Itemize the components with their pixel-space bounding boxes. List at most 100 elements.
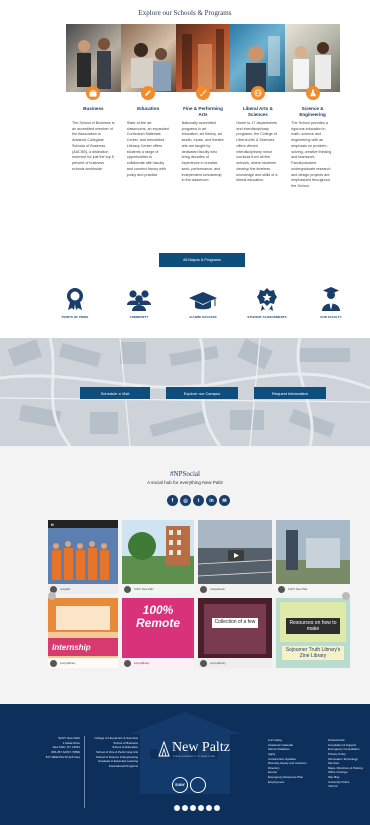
section-title: Explore our Schools & Programs (138, 9, 232, 17)
school-title[interactable]: Liberal Arts & Sciences (233, 106, 282, 118)
footer-link[interactable]: School of Fine & Performing Arts (88, 750, 138, 755)
tile-footer: newpaltz (48, 584, 118, 594)
footer-social-icons (174, 805, 220, 811)
social-tile[interactable]: Internship sunynplibrary (48, 598, 118, 668)
pride-item-our-faculty[interactable]: OUR FACULTY (302, 287, 360, 319)
school-description: Nationally accredited programs in art ed… (181, 121, 224, 183)
footer-links-column-1: A-Z Listing Academic Calendar Alumni Rel… (268, 738, 306, 784)
tile-footer: SUNY New Paltz (276, 584, 350, 594)
footer-link[interactable]: Information Technology Services (328, 757, 368, 766)
globe-icon (250, 86, 265, 100)
tile-overlay-text: 100% Remote (135, 603, 180, 631)
footer-link[interactable]: College of Liberal Arts & Sciences (88, 736, 138, 741)
pride-label: POINTS OF PRIDE (61, 315, 89, 319)
pride-item-alumni-success[interactable]: ALUMNI SUCCESS (174, 287, 232, 319)
social-icon-row: f ◎ t in ✉ (167, 495, 230, 506)
carousel-prev-icon[interactable] (48, 592, 56, 600)
logo-text: New Paltz (172, 740, 230, 755)
social-tile[interactable]: Collection of a few sunynplibrary (198, 598, 272, 668)
tile-footer: sunynplibrary (122, 658, 194, 668)
explore-campus-button[interactable]: Explore our Campus (166, 387, 238, 399)
request-information-button[interactable]: Request Information (254, 387, 326, 399)
logo-subtext: STATE UNIVERSITY OF NEW YORK (173, 756, 216, 758)
school-list: Business The School of Business is an ac… (66, 86, 340, 190)
education-photo[interactable] (120, 24, 176, 92)
social-tile[interactable]: 100% Remote sunynplibrary (122, 598, 194, 668)
people-icon (110, 287, 168, 311)
tile-handle: sunynplibrary (210, 661, 226, 665)
avatar (50, 660, 57, 667)
footer-link[interactable]: Employment (268, 780, 306, 785)
pride-item-student-achievements[interactable]: STUDENT ACHIEVEMENTS (238, 287, 296, 319)
business-photo[interactable] (66, 24, 121, 92)
seal-icon[interactable] (190, 777, 206, 793)
avatar (278, 586, 285, 593)
school-description: The School provides a rigorous education… (291, 121, 332, 189)
tile-handle: SUNY New Paltz (134, 587, 154, 591)
footer-address-line: 877-NEW-PALTZ (toll free) (45, 754, 80, 759)
school-title[interactable]: Education (124, 106, 173, 118)
footer-link[interactable]: International Programs (88, 764, 138, 769)
social-tile[interactable]: SUNY New Paltz (122, 520, 194, 594)
youtube-icon[interactable] (198, 805, 204, 811)
tile-overlay-text: Resources on how to make (286, 618, 340, 634)
social-tile[interactable]: SUNY New Paltz (276, 520, 350, 594)
twitter-icon[interactable]: t (193, 495, 204, 506)
instagram-icon[interactable]: ◎ (180, 495, 191, 506)
school-title[interactable]: Business (69, 106, 118, 118)
ribbon-icon (46, 287, 104, 311)
social-tile[interactable]: newpaltzweb (198, 520, 272, 594)
tile-overlay-text: Internship (48, 638, 118, 656)
tile-handle: sunynplibrary (60, 661, 76, 665)
avatar (124, 586, 131, 593)
social-tile[interactable]: Resources on how to make Sojourner Truth… (276, 598, 350, 668)
facebook-icon[interactable] (174, 805, 180, 811)
email-icon[interactable]: ✉ (219, 495, 230, 506)
school-description: The School of Business is an accredited … (72, 121, 115, 171)
footer-address: SUNY New Paltz 1 Hawk Drive New Paltz, N… (30, 736, 80, 759)
tile-handle: newpaltzweb (210, 587, 225, 591)
pride-item-points-of-pride[interactable]: POINTS OF PRIDE (46, 287, 104, 319)
linkedin-icon[interactable]: in (206, 495, 217, 506)
instagram-icon[interactable] (182, 805, 188, 811)
school-card-education: Education State-of-the art classrooms, a… (121, 86, 176, 190)
suny-logo[interactable]: SUNY (172, 777, 188, 793)
footer-link[interactable]: Visit Us (328, 784, 368, 789)
pride-label: ALUMNI SUCCESS (189, 315, 217, 319)
footer-links-column-2: Financial Aid Foundation & Support Emerg… (328, 738, 368, 789)
footer-divider (84, 736, 85, 808)
paintbrush-icon (195, 86, 210, 100)
footer-school-links: College of Liberal Arts & Sciences Schoo… (88, 736, 138, 768)
tile-handle: SUNY New Paltz (288, 587, 308, 591)
science-photo[interactable] (285, 24, 340, 92)
school-card-business: Business The School of Business is an ac… (66, 86, 121, 190)
linkedin-icon[interactable] (206, 805, 212, 811)
twitter-icon[interactable] (190, 805, 196, 811)
pride-label: OUR FACULTY (320, 315, 342, 319)
tile-handle: sunynplibrary (134, 661, 150, 665)
school-description: Home to 17 departments and interdiscipli… (236, 121, 278, 183)
social-tile[interactable]: tt newpaltz (48, 520, 118, 594)
social-hashtag: #NPSocial (170, 470, 200, 478)
social-subtitle: A social hub for everything New Paltz (147, 480, 223, 485)
school-title[interactable]: Fine & Performing Arts (179, 106, 228, 118)
email-icon[interactable] (214, 805, 220, 811)
school-card-fine-arts: Fine & Performing Arts Nationally accred… (176, 86, 231, 190)
pride-item-community[interactable]: COMMUNITY (110, 287, 168, 319)
facebook-icon[interactable]: f (167, 495, 178, 506)
avatar (124, 660, 131, 667)
tile-overlay-text: Collection of a few (212, 618, 258, 628)
liberal-arts-photo[interactable] (230, 24, 286, 92)
tile-footer: SUNY New Paltz (122, 584, 194, 594)
all-majors-button[interactable]: All Majors & Programs (159, 253, 245, 267)
schedule-visit-button[interactable]: Schedule a Visit (80, 387, 150, 399)
professor-icon (302, 287, 360, 311)
fine-arts-photo[interactable] (175, 24, 231, 92)
carousel-next-icon[interactable] (342, 592, 350, 600)
school-card-science: Science & Engineering The School provide… (285, 86, 340, 190)
school-title[interactable]: Science & Engineering (288, 106, 337, 118)
tile-footer: newpaltzweb (198, 584, 272, 594)
tile-caption: Sojourner Truth Library's Zine Library (282, 646, 344, 660)
footer-link[interactable]: Emergency Consultation Privacy Policy (328, 747, 368, 756)
pride-label: STUDENT ACHIEVEMENTS (247, 315, 287, 319)
